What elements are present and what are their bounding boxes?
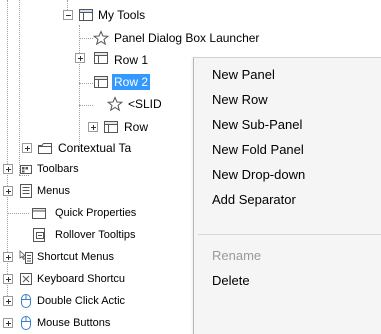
tree-node-label[interactable]: Quick Properties [55,205,136,221]
expand-toggle[interactable] [3,318,13,328]
menu-item-label: Delete [212,273,250,288]
tree-line [79,83,93,84]
row-icon [103,119,119,135]
menu-item-label: Add Separator [212,192,296,207]
star-icon [93,30,109,46]
tree-node-label[interactable]: My Tools [98,7,145,23]
tree-node-label[interactable]: Rollover Tooltips [55,227,136,243]
menu-item-new-fold-panel[interactable]: New Fold Panel [194,138,381,162]
expand-toggle[interactable] [3,252,13,262]
context-menu: New Panel New Row New Sub-Panel New Fold… [193,57,381,334]
menu-item-delete[interactable]: Delete [194,269,381,293]
menu-item-label: New Panel [212,67,275,82]
tree-line [19,0,20,175]
tree-node-label[interactable]: Row 1 [114,52,148,68]
panel-folder-icon [78,7,94,23]
tree-line [79,25,80,151]
menu-item-new-row[interactable]: New Row [194,88,381,112]
expand-toggle[interactable] [3,186,13,196]
tree-line [79,105,93,106]
tree-node-label[interactable]: Shortcut Menus [37,249,114,265]
menu-item-new-drop-down[interactable]: New Drop-down [194,163,381,187]
menu-icon [18,183,34,199]
tree-node-label[interactable]: <SLID [128,96,162,112]
tree-node-label[interactable]: Contextual Ta [58,140,131,156]
expand-toggle[interactable] [75,53,85,63]
menu-item-label: New Drop-down [212,167,306,182]
quick-properties-icon [31,205,47,221]
expand-toggle[interactable] [3,164,13,174]
menu-item-new-sub-panel[interactable]: New Sub-Panel [194,113,381,137]
tooltip-icon [31,227,47,243]
tree-node-label[interactable]: Menus [37,183,70,199]
tree-node-label-selected[interactable]: Row 2 [112,74,151,90]
mouse-icon [18,315,34,331]
menu-item-label: New Row [212,92,268,107]
menu-item-label: Rename [212,248,262,263]
toolbar-icon [18,161,34,177]
row-icon [93,50,109,66]
tree-node-label[interactable]: Double Click Actic [37,293,125,309]
mouse-icon [18,293,34,309]
tree-line [7,213,29,214]
menu-item-label: New Sub-Panel [212,117,303,132]
tree-node-label[interactable]: Toolbars [37,161,79,177]
menu-item-new-panel[interactable]: New Panel [194,63,381,87]
expand-toggle[interactable] [22,143,32,153]
tree-node-label[interactable]: Row [124,119,148,135]
tree-node-label[interactable]: Keyboard Shortcu [37,271,125,287]
menu-separator [198,234,381,235]
tree-node-label[interactable]: Panel Dialog Box Launcher [114,30,259,46]
contextual-tab-icon [37,140,53,156]
expand-toggle[interactable] [3,296,13,306]
expand-toggle[interactable] [88,122,98,132]
row-icon [93,74,109,90]
menu-item-rename: Rename [194,244,381,268]
tree-line [79,38,93,39]
expand-toggle[interactable] [3,274,13,284]
menu-item-label: New Fold Panel [212,142,304,157]
shortcut-menu-icon [18,249,34,265]
menu-item-add-separator[interactable]: Add Separator [194,188,381,212]
collapse-toggle[interactable] [63,10,73,20]
star-icon [107,96,123,112]
keyboard-icon [18,271,34,287]
tree-node-label[interactable]: Mouse Buttons [37,315,110,331]
